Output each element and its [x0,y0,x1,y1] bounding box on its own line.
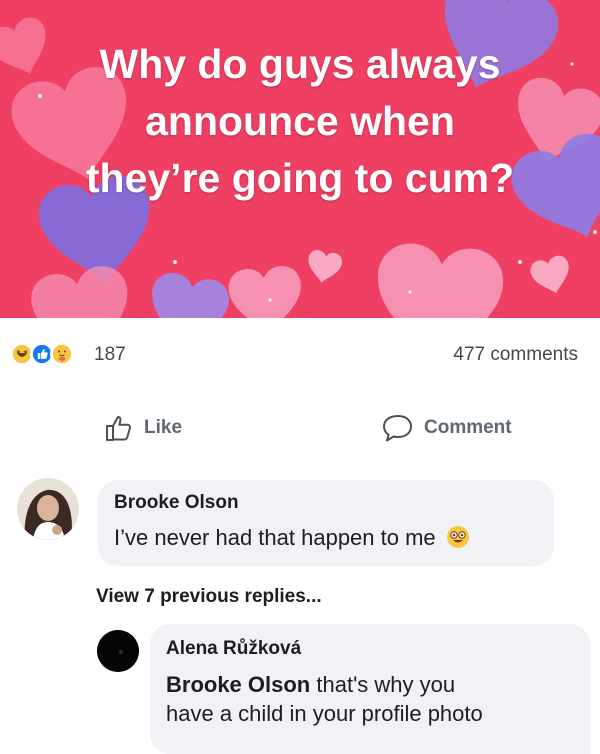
reactions-summary[interactable]: 187 477 comments [0,336,600,372]
post-text: Why do guys always announce when they’re… [85,41,515,201]
comment-author[interactable]: Brooke Olson [114,492,239,514]
reply-item: Alena Růžková Brooke Olson that's why yo… [0,620,600,754]
reply-avatar[interactable] [97,630,139,672]
care-icon [50,342,74,366]
post-action-bar: Like Comment [0,406,600,450]
laughing-emoji-icon [446,526,469,548]
like-button[interactable]: Like [104,412,182,444]
reaction-count[interactable]: 187 [94,344,126,366]
profile-photo-icon [97,630,139,672]
comment-button[interactable]: Comment [382,412,512,444]
reply-text-line1: that's why you [316,672,456,697]
thumbs-up-icon [106,416,132,441]
speech-bubble-icon [383,415,412,442]
comments-count-link[interactable]: 477 comments [453,344,578,366]
comment-text-content: I’ve never had that happen to me [114,525,436,550]
comment-text: I’ve never had that happen to me [114,523,470,552]
comment-bubble[interactable]: Brooke Olson I’ve never had that happen … [98,480,554,566]
profile-photo-icon [17,478,79,540]
comment-item: Brooke Olson I’ve never had that happen … [0,470,600,570]
avatar[interactable] [17,478,79,540]
view-previous-replies-link[interactable]: View 7 previous replies... [96,586,322,608]
reply-text-line2: have a child in your profile photo [166,701,483,726]
reply-author[interactable]: Alena Růžková [166,638,301,660]
comment-label: Comment [424,417,512,438]
like-label: Like [144,417,183,438]
post-background-card: Why do guys always announce when they’re… [0,0,600,318]
reply-text: Brooke Olson that's why you have a child… [166,670,586,728]
reply-bubble[interactable]: Alena Růžková Brooke Olson that's why yo… [150,624,590,754]
reply-mention[interactable]: Brooke Olson [166,672,310,697]
